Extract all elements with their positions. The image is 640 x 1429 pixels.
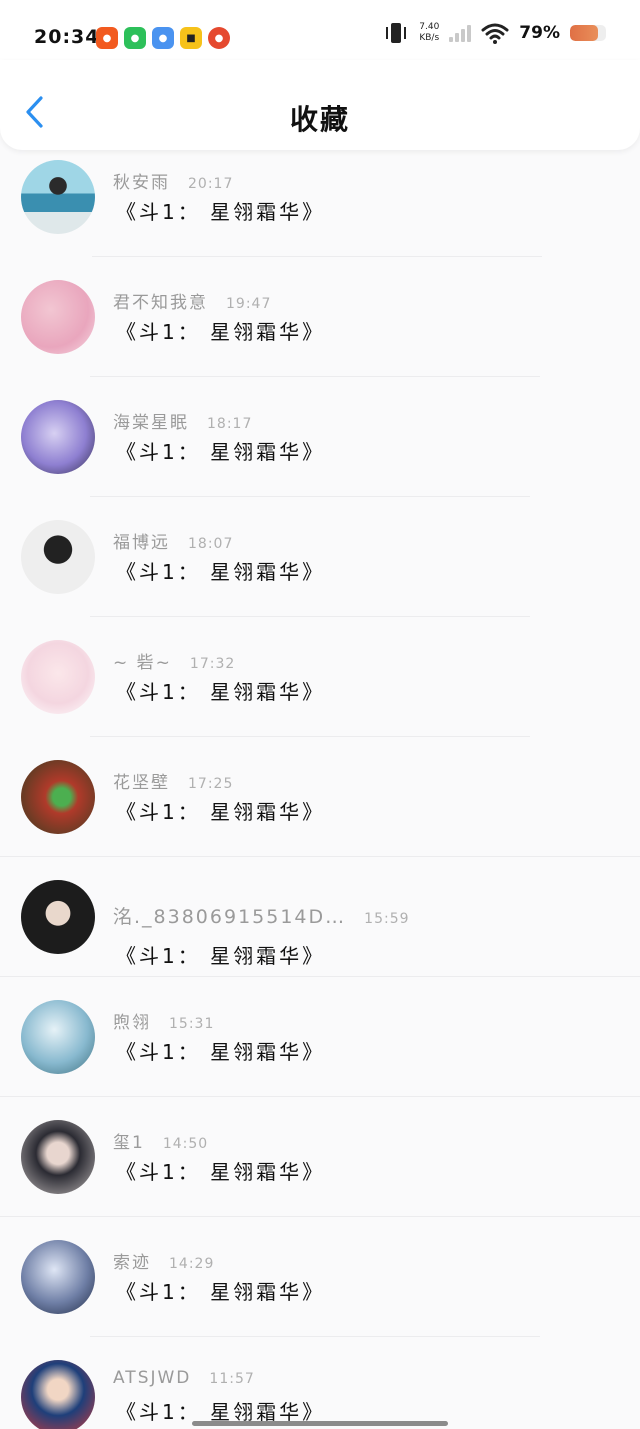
- battery-icon: [570, 25, 606, 41]
- divider: [92, 256, 542, 257]
- divider: [0, 1216, 640, 1217]
- speed-unit: KB/s: [419, 33, 440, 43]
- page-title: 收藏: [289, 103, 350, 136]
- user-name: 洺._83806915514D…: [113, 906, 347, 928]
- clock: 20:34: [34, 26, 100, 48]
- avatar[interactable]: [21, 280, 95, 354]
- user-name: 海棠星眠: [113, 413, 189, 433]
- divider: [90, 736, 530, 737]
- message-text: 《斗1： 星翎霜华》: [116, 680, 326, 704]
- avatar[interactable]: [21, 880, 95, 954]
- avatar[interactable]: [21, 160, 95, 234]
- divider: [0, 1096, 640, 1097]
- user-name: ~ 砦~: [113, 653, 172, 673]
- meituan-icon: ■: [180, 27, 202, 49]
- message-text: 《斗1： 星翎霜华》: [116, 800, 326, 824]
- list-item[interactable]: 君不知我意 19:47 《斗1： 星翎霜华》: [0, 270, 640, 390]
- message-text: 《斗1： 星翎霜华》: [116, 1160, 326, 1184]
- avatar[interactable]: [21, 400, 95, 474]
- avatar[interactable]: [21, 1120, 95, 1194]
- list-item[interactable]: 洺._83806915514D… 15:59 《斗1： 星翎霜华》: [0, 870, 640, 990]
- name-line: 秋安雨 20:17: [113, 168, 233, 193]
- name-line: ~ 砦~ 17:32: [113, 648, 235, 673]
- home-indicator[interactable]: [192, 1421, 448, 1426]
- message-text: 《斗1： 星翎霜华》: [116, 320, 326, 344]
- app-icon: ●: [208, 27, 230, 49]
- list-item[interactable]: 福博远 18:07 《斗1： 星翎霜华》: [0, 510, 640, 630]
- message-text: 《斗1： 星翎霜华》: [116, 1280, 326, 1304]
- timestamp: 14:50: [162, 1136, 209, 1152]
- network-speed: 7.40 KB/s: [419, 22, 439, 44]
- user-name: 索迹: [113, 1253, 151, 1273]
- message-text: 《斗1： 星翎霜华》: [116, 200, 326, 224]
- header: 收藏: [0, 60, 640, 150]
- browser-icon: ●: [152, 27, 174, 49]
- divider: [0, 976, 640, 977]
- favorites-screen: 20:34 ● ● ● ■ ● 7.40 KB/s 79% 收藏 秋安雨 20:…: [0, 0, 640, 1429]
- taobao-icon: ●: [96, 27, 118, 49]
- user-name: ATSJWD: [113, 1368, 192, 1388]
- list-item[interactable]: 索迹 14:29 《斗1： 星翎霜华》: [0, 1230, 640, 1350]
- divider: [90, 376, 540, 377]
- timestamp: 20:17: [188, 176, 234, 192]
- user-name: 玺1: [113, 1133, 145, 1153]
- wifi-icon: [481, 23, 509, 44]
- message-text: 《斗1： 星翎霜华》: [116, 1040, 326, 1064]
- divider: [90, 1336, 540, 1337]
- user-name: 花坚壁: [113, 773, 170, 793]
- name-line: ATSJWD 11:57: [113, 1368, 255, 1388]
- list-item[interactable]: 煦翎 15:31 《斗1： 星翎霜华》: [0, 990, 640, 1110]
- notification-icons: ● ● ● ■ ●: [96, 27, 230, 49]
- name-line: 花坚壁 17:25: [113, 768, 233, 793]
- message-text: 《斗1： 星翎霜华》: [116, 560, 326, 584]
- user-name: 秋安雨: [113, 173, 170, 193]
- timestamp: 19:47: [226, 296, 272, 312]
- battery-percent: 79%: [519, 23, 560, 43]
- timestamp: 18:17: [207, 416, 253, 432]
- avatar[interactable]: [21, 1000, 95, 1074]
- avatar[interactable]: [21, 640, 95, 714]
- divider: [90, 616, 530, 617]
- list-item[interactable]: 花坚壁 17:25 《斗1： 星翎霜华》: [0, 750, 640, 870]
- name-line: 玺1 14:50: [113, 1128, 208, 1153]
- avatar[interactable]: [21, 760, 95, 834]
- user-name: 福博远: [113, 533, 170, 553]
- name-line: 煦翎 15:31: [113, 1008, 214, 1033]
- avatar[interactable]: [21, 1240, 95, 1314]
- name-line: 福博远 18:07: [113, 528, 233, 553]
- vibrate-icon: [386, 23, 407, 43]
- timestamp: 11:57: [209, 1371, 255, 1387]
- status-right: 7.40 KB/s 79%: [383, 22, 606, 44]
- speed-value: 7.40: [419, 22, 440, 32]
- timestamp: 15:59: [364, 911, 410, 927]
- user-name: 煦翎: [113, 1013, 151, 1033]
- avatar[interactable]: [21, 520, 95, 594]
- favorites-list: 秋安雨 20:17 《斗1： 星翎霜华》 君不知我意 19:47 《斗1： 星翎…: [0, 150, 640, 1429]
- name-line: 君不知我意 19:47: [113, 288, 271, 313]
- list-item[interactable]: 秋安雨 20:17 《斗1： 星翎霜华》: [0, 150, 640, 270]
- timestamp: 17:25: [188, 776, 234, 792]
- timestamp: 17:32: [189, 656, 236, 672]
- timestamp: 14:29: [169, 1256, 215, 1272]
- avatar[interactable]: [21, 1360, 95, 1429]
- divider: [0, 856, 640, 857]
- message-text: 《斗1： 星翎霜华》: [116, 944, 326, 968]
- list-item[interactable]: 玺1 14:50 《斗1： 星翎霜华》: [0, 1110, 640, 1230]
- signal-icon: [449, 24, 472, 42]
- divider: [90, 496, 530, 497]
- name-line: 索迹 14:29: [113, 1248, 214, 1273]
- name-line: 海棠星眠 18:17: [113, 408, 252, 433]
- list-item[interactable]: ~ 砦~ 17:32 《斗1： 星翎霜华》: [0, 630, 640, 750]
- name-line: 洺._83806915514D… 15:59: [113, 902, 410, 929]
- timestamp: 15:31: [169, 1016, 215, 1032]
- timestamp: 18:07: [188, 536, 234, 552]
- message-text: 《斗1： 星翎霜华》: [116, 440, 326, 464]
- user-name: 君不知我意: [113, 293, 208, 313]
- list-item[interactable]: 海棠星眠 18:17 《斗1： 星翎霜华》: [0, 390, 640, 510]
- wechat-icon: ●: [124, 27, 146, 49]
- battery-fill: [570, 25, 599, 41]
- list-item[interactable]: ATSJWD 11:57 《斗1： 星翎霜华》: [0, 1350, 640, 1429]
